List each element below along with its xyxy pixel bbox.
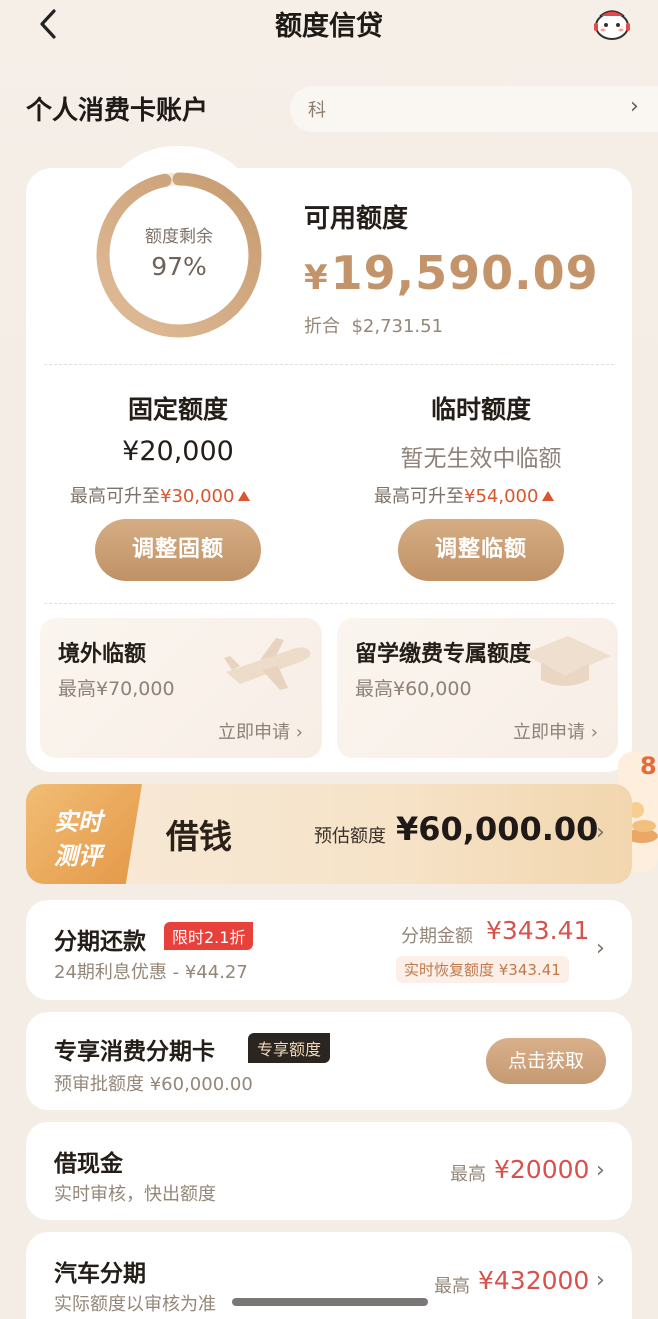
get-exclusive-button[interactable]: 点击获取 <box>486 1038 606 1084</box>
fixed-credit-max: 最高可升至¥30,000 <box>70 482 251 508</box>
chevron-right-icon: › <box>596 1158 605 1183</box>
installment-recover-chip: 实时恢复额度 ¥343.41 <box>396 956 569 983</box>
study-abroad-credit-card[interactable]: 留学缴费专属额度 最高¥60,000 立即申请 › <box>337 618 618 758</box>
chevron-right-icon: › <box>630 94 639 119</box>
installment-amount: ¥343.41 <box>486 916 590 945</box>
car-max-value: ¥432000 <box>478 1266 590 1295</box>
exclusive-tag: 专享额度 <box>248 1033 331 1063</box>
study-title: 留学缴费专属额度 <box>355 642 532 667</box>
up-arrow-icon <box>238 491 251 501</box>
ring-percent: 97% <box>151 252 207 281</box>
installment-title: 分期还款 <box>54 929 146 955</box>
estimate-label: 预估额度 <box>314 826 386 847</box>
cash-sub: 实时审核，快出额度 <box>54 1184 216 1205</box>
installment-discount-tag: 限时2.1折 <box>164 922 254 950</box>
car-max-label: 最高 <box>434 1276 470 1297</box>
mascot-icon[interactable] <box>592 4 632 42</box>
cash-max-value: ¥20000 <box>494 1155 590 1184</box>
fixed-max-prefix: 最高可升至 <box>70 486 160 507</box>
page-title: 额度信贷 <box>275 11 383 42</box>
installment-amount-label: 分期金额 <box>401 926 473 947</box>
converted-value: $2,731.51 <box>351 316 444 337</box>
badge-line-1: 实时 <box>54 808 102 836</box>
temp-max-prefix: 最高可升至 <box>374 486 464 507</box>
cash-max-label: 最高 <box>450 1164 486 1185</box>
chevron-right-icon: › <box>596 936 605 961</box>
borrow-title: 借钱 <box>166 817 232 856</box>
currency-symbol: ¥ <box>304 258 329 298</box>
home-indicator[interactable] <box>232 1298 428 1306</box>
temp-max-value: ¥54,000 <box>464 486 539 507</box>
installment-sub: 24期利息优惠 - ¥44.27 <box>54 962 248 983</box>
airplane-icon <box>224 638 311 690</box>
temp-credit-title: 临时额度 <box>430 395 531 424</box>
converted-amount: 折合 $2,731.51 <box>304 312 443 338</box>
chevron-right-icon: › <box>596 1268 605 1293</box>
fixed-max-value: ¥30,000 <box>160 486 235 507</box>
adjust-fixed-button[interactable]: 调整固额 <box>95 519 261 581</box>
temp-credit-max: 最高可升至¥54,000 <box>374 482 555 508</box>
converted-label: 折合 <box>304 316 340 337</box>
installment-repay-row[interactable]: 分期还款 限时2.1折 24期利息优惠 - ¥44.27 分期金额 ¥343.4… <box>26 900 632 1000</box>
temp-credit-value: 暂无生效中临额 <box>400 446 562 472</box>
up-arrow-icon <box>542 491 555 501</box>
exclusive-title: 专享消费分期卡 <box>54 1039 215 1065</box>
cash-title: 借现金 <box>54 1151 123 1177</box>
side-decoration-number: 8 <box>640 752 657 780</box>
overseas-credit-card[interactable]: 境外临额 最高¥70,000 立即申请 › <box>40 618 322 758</box>
account-title: 个人消费卡账户 <box>26 96 209 126</box>
available-credit-amount: ¥19,590.09 <box>304 246 599 300</box>
ring-label: 额度剩余 <box>145 227 213 247</box>
account-selector[interactable]: 科 › <box>290 86 658 132</box>
top-bar: 额度信贷 <box>0 0 658 50</box>
chevron-right-icon: › <box>596 820 605 845</box>
overseas-sub: 最高¥70,000 <box>58 678 175 700</box>
card-divider-2 <box>44 603 614 604</box>
available-credit-label: 可用额度 <box>304 204 409 234</box>
overseas-apply-link[interactable]: 立即申请 › <box>218 718 303 744</box>
borrow-cash-row[interactable]: 借现金 实时审核，快出额度 最高 ¥20000 › <box>26 1122 632 1220</box>
realtime-assessment-badge: 实时 测评 <box>26 784 142 884</box>
estimate-amount: ¥60,000.00 <box>396 810 599 848</box>
fixed-credit-value: ¥20,000 <box>122 436 234 467</box>
overseas-title: 境外临额 <box>58 642 147 667</box>
badge-line-2: 测评 <box>54 842 102 870</box>
adjust-temp-button[interactable]: 调整临额 <box>398 519 564 581</box>
study-sub: 最高¥60,000 <box>355 678 472 700</box>
fixed-credit-title: 固定额度 <box>127 395 228 424</box>
account-selector-value: 科 <box>308 100 326 121</box>
exclusive-sub: 预审批额度 ¥60,000.00 <box>54 1074 253 1095</box>
car-sub: 实际额度以审核为准 <box>54 1294 216 1315</box>
study-apply-link[interactable]: 立即申请 › <box>513 718 598 744</box>
card-divider <box>44 364 614 365</box>
available-amount-value: 19,590.09 <box>330 246 599 300</box>
car-title: 汽车分期 <box>54 1261 146 1287</box>
